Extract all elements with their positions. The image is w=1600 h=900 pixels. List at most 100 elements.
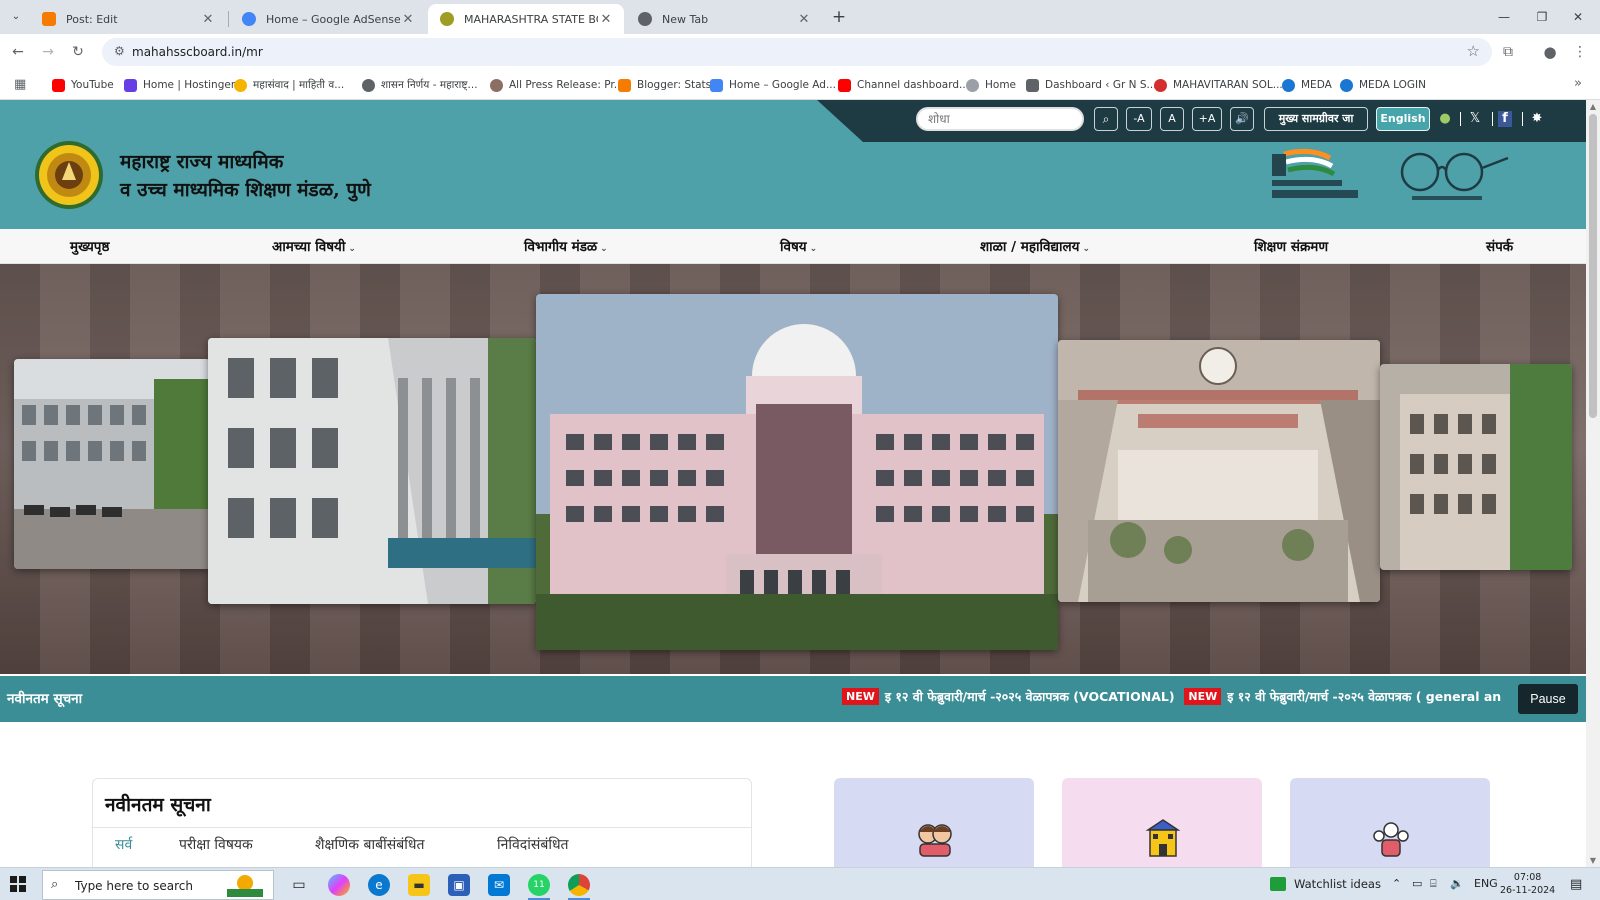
close-icon[interactable]: ✕	[200, 12, 216, 27]
notice-tab-all[interactable]: सर्व	[115, 835, 132, 854]
theme-toggle-icon[interactable]: ✸	[1528, 109, 1546, 129]
ticker-item[interactable]: NEW इ १२ वी फेब्रुवारी/मार्च -२०२५ वेळाप…	[1184, 688, 1501, 705]
nav-subjects[interactable]: विषय ⌄	[780, 237, 817, 255]
speaker-icon[interactable]: 🔊	[1230, 107, 1254, 131]
nav-label: शाळा / महाविद्यालय	[980, 239, 1080, 255]
tab-search-icon[interactable]: ⌄	[6, 8, 26, 26]
nav-education-transition[interactable]: शिक्षण संक्रमण	[1254, 237, 1328, 255]
site-search-input[interactable]	[916, 107, 1084, 131]
bookmark-adsense[interactable]: Home – Google Ad...	[710, 77, 836, 93]
slide-building-1[interactable]	[14, 359, 210, 569]
meet-now-icon[interactable]: ▭	[1412, 877, 1422, 890]
hero-slider[interactable]	[0, 264, 1586, 674]
nav-home[interactable]: मुख्यपृष्ठ	[70, 237, 109, 255]
nav-about-us[interactable]: आमच्या विषयी ⌄	[272, 237, 356, 255]
taskbar-search-box[interactable]: ⌕ Type here to search	[42, 870, 274, 900]
whatsapp-icon[interactable]: 11	[528, 874, 550, 896]
file-explorer-icon[interactable]: ▬	[408, 874, 430, 896]
quick-card-teachers[interactable]	[1290, 778, 1490, 867]
scrollbar-thumb[interactable]	[1589, 114, 1597, 418]
font-normal-button[interactable]: A	[1160, 107, 1184, 131]
latest-notices-panel: नवीनतम सूचना सर्व परीक्षा विषयक शैक्षणिक…	[92, 778, 752, 867]
board-emblem-logo[interactable]	[34, 140, 104, 210]
url-text: mahahsscboard.in/mr	[132, 45, 263, 59]
nav-contact[interactable]: संपर्क	[1486, 237, 1513, 255]
bookmark-mahavitaran[interactable]: MAHAVITARAN SOL...	[1154, 77, 1283, 93]
font-increase-button[interactable]: +A	[1192, 107, 1222, 131]
page-scrollbar[interactable]: ▲ ▼	[1586, 100, 1600, 867]
ticker-track: NEW इ १२ वी फेब्रुवारी/मार्च -२०२५ वेळाप…	[842, 688, 1504, 710]
skip-to-main-button[interactable]: मुख्य सामग्रीवर जा	[1264, 107, 1368, 131]
bookmark-hostinger[interactable]: Home | Hostinger	[124, 77, 235, 93]
volume-icon[interactable]: 🔉	[1450, 877, 1464, 890]
store-icon[interactable]: ▣	[448, 874, 470, 896]
font-decrease-button[interactable]: -A	[1126, 107, 1152, 131]
bookmark-mahasamvad[interactable]: महासंवाद | माहिती व...	[234, 77, 344, 93]
notice-tab-tenders[interactable]: निविदांसंबंधित	[497, 835, 569, 854]
tab-post-edit[interactable]: Post: Edit ✕	[30, 4, 226, 34]
notifications-icon[interactable]: ▤	[1570, 877, 1582, 892]
nav-divisional-boards[interactable]: विभागीय मंडळ ⌄	[524, 237, 608, 255]
site-info-icon[interactable]: ⚙	[114, 44, 125, 58]
search-icon[interactable]: ⌕	[1094, 107, 1118, 131]
close-icon[interactable]: ✕	[598, 12, 614, 27]
network-icon[interactable]: ⌸	[1430, 877, 1437, 891]
profile-icon[interactable]: ●	[1538, 41, 1562, 63]
close-window-icon[interactable]: ✕	[1556, 0, 1600, 34]
menu-icon[interactable]: ⋮	[1568, 41, 1592, 63]
meda-icon	[1282, 78, 1295, 92]
bookmark-star-icon[interactable]: ☆	[1467, 42, 1480, 60]
watchlist-widget[interactable]: Watchlist ideas	[1270, 877, 1381, 891]
chrome-icon[interactable]	[568, 874, 590, 896]
reload-icon[interactable]: ↻	[66, 41, 90, 63]
bookmarks-overflow-icon[interactable]: »	[1574, 76, 1582, 91]
new-tab-button[interactable]: +	[828, 6, 850, 28]
apps-icon[interactable]: ▦	[14, 78, 28, 92]
slide-building-5[interactable]	[1380, 364, 1572, 570]
mail-icon[interactable]: ✉	[488, 874, 510, 896]
bookmark-label: Blogger: Stats	[637, 79, 712, 91]
bookmark-blogger-stats[interactable]: Blogger: Stats	[618, 77, 711, 93]
copilot-icon[interactable]	[328, 874, 350, 896]
bookmark-dashboard[interactable]: Dashboard ‹ Gr N S...	[1026, 77, 1157, 93]
input-language[interactable]: ENG	[1474, 877, 1498, 890]
bookmark-press-release[interactable]: All Press Release: Pr...	[490, 77, 624, 93]
facebook-icon[interactable]: f	[1498, 111, 1512, 127]
ticker-item[interactable]: NEW इ १२ वी फेब्रुवारी/मार्च -२०२५ वेळाप…	[842, 688, 1175, 705]
extensions-icon[interactable]: ⧉	[1496, 41, 1520, 63]
slide-main-board-building[interactable]	[536, 294, 1058, 650]
close-icon[interactable]: ✕	[796, 12, 812, 27]
slide-kolhapur-board[interactable]	[1058, 340, 1380, 602]
bookmark-youtube[interactable]: YouTube	[52, 77, 114, 93]
bookmark-label: MEDA LOGIN	[1359, 79, 1426, 91]
windows-start-icon[interactable]	[10, 876, 26, 892]
slide-building-2[interactable]	[208, 338, 536, 604]
bookmark-home[interactable]: Home	[966, 77, 1016, 93]
nav-label: आमच्या विषयी	[272, 239, 346, 255]
tab-maharashtra-board[interactable]: MAHARASHTRA STATE BOARD ✕	[428, 4, 624, 34]
task-view-icon[interactable]: ▭	[288, 874, 310, 896]
x-twitter-icon[interactable]: 𝕏	[1466, 109, 1484, 129]
notice-tab-exam[interactable]: परीक्षा विषयक	[179, 835, 253, 854]
ticker-pause-button[interactable]: Pause	[1518, 684, 1578, 714]
bookmark-shasan-nirnay[interactable]: शासन निर्णय - महाराष्ट्...	[362, 77, 478, 93]
tab-adsense[interactable]: Home – Google AdSense ✕	[230, 4, 426, 34]
tab-new-tab[interactable]: New Tab ✕	[626, 4, 822, 34]
bookmark-channel-dashboard[interactable]: Channel dashboard...	[838, 77, 969, 93]
bookmark-meda[interactable]: MEDA	[1282, 77, 1332, 93]
android-icon[interactable]: ●	[1436, 109, 1454, 129]
forward-icon[interactable]: →	[36, 41, 60, 63]
bookmark-meda-login[interactable]: MEDA LOGIN	[1340, 77, 1426, 93]
quick-card-schools[interactable]	[1062, 778, 1262, 867]
back-icon[interactable]: ←	[6, 41, 30, 63]
edge-icon[interactable]: e	[368, 874, 390, 896]
close-icon[interactable]: ✕	[400, 12, 416, 27]
system-clock[interactable]: 07:08 26-11-2024	[1500, 871, 1555, 897]
quick-card-students[interactable]	[834, 778, 1034, 867]
language-english-button[interactable]: English	[1376, 107, 1430, 131]
nav-schools-colleges[interactable]: शाळा / महाविद्यालय ⌄	[980, 237, 1090, 255]
notice-tab-academic[interactable]: शैक्षणिक बाबींसंबंधित	[315, 835, 424, 854]
tray-overflow-icon[interactable]: ⌃	[1392, 877, 1401, 890]
adsense-icon	[710, 78, 723, 92]
url-field[interactable]: ⚙ mahahsscboard.in/mr ☆	[102, 38, 1492, 66]
